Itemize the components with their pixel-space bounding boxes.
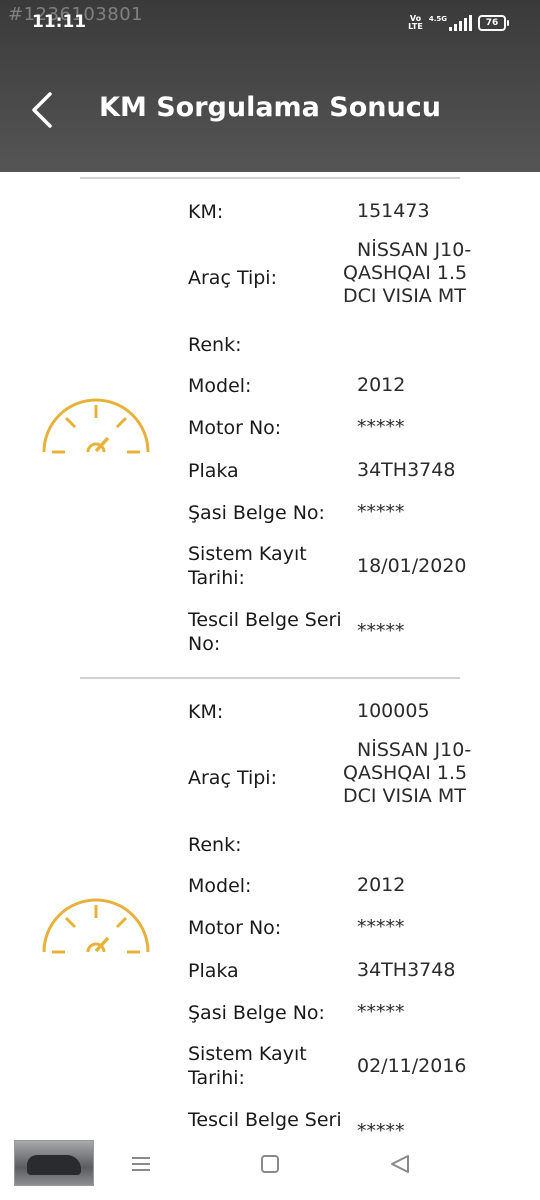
engine-value: ***** <box>357 916 405 938</box>
model-label: Model: <box>188 375 252 397</box>
vehicle-type-value: NİSSAN J10- QASHQAI 1.5 DCI VISIA MT <box>343 239 472 307</box>
km-record: KM: 151473 Araç Tipi: NİSSAN J10- QASHQA… <box>0 172 540 672</box>
reg-date-value: 18/01/2020 <box>357 555 467 577</box>
network-type: 4.5G <box>428 15 447 23</box>
square-icon[interactable] <box>258 1152 282 1176</box>
color-label: Renk: <box>188 334 242 356</box>
model-value: 2012 <box>357 374 406 396</box>
km-value: 100005 <box>357 700 430 722</box>
plate-value: 34TH3748 <box>357 459 456 481</box>
divider <box>80 677 460 679</box>
plate-label: Plaka <box>188 460 239 482</box>
battery-icon: 76 <box>478 15 509 31</box>
engine-label: Motor No: <box>188 917 282 939</box>
car-thumbnail[interactable] <box>14 1140 94 1186</box>
plate-label: Plaka <box>188 960 239 982</box>
km-label: KM: <box>188 201 224 223</box>
reg-date-value: 02/11/2016 <box>357 1055 467 1077</box>
system-nav-bar <box>0 1134 540 1200</box>
signal-icon <box>449 15 472 31</box>
km-label: KM: <box>188 701 224 723</box>
engine-label: Motor No: <box>188 417 282 439</box>
status-time: 11:11 <box>32 12 87 32</box>
plate-value: 34TH3748 <box>357 959 456 981</box>
chassis-value: ***** <box>357 1001 405 1023</box>
app-header: #1236103801 11:11 Vo LTE 4.5G 76 KM Sorgu… <box>0 0 540 172</box>
serial-label: Tescil Belge Seri <box>188 1109 342 1131</box>
vehicle-type-value: NİSSAN J10- QASHQAI 1.5 DCI VISIA MT <box>343 739 472 807</box>
chassis-label: Şasi Belge No: <box>188 1002 325 1024</box>
km-record: KM: 100005 Araç Tipi: NİSSAN J10- QASHQA… <box>0 672 540 1172</box>
engine-value: ***** <box>357 416 405 438</box>
chassis-value: ***** <box>357 501 405 523</box>
reg-date-label: Sistem Kayıt Tarihi: <box>188 1043 307 1089</box>
serial-value: ***** <box>357 620 405 642</box>
vehicle-type-label: Araç Tipi: <box>188 767 277 789</box>
model-label: Model: <box>188 875 252 897</box>
divider <box>80 177 460 179</box>
model-value: 2012 <box>357 874 406 896</box>
volte-icon: Vo LTE <box>408 14 423 31</box>
reg-date-label: Sistem Kayıt Tarihi: <box>188 543 307 589</box>
chassis-label: Şasi Belge No: <box>188 502 325 524</box>
vehicle-type-label: Araç Tipi: <box>188 267 277 289</box>
menu-icon[interactable] <box>129 1152 153 1176</box>
serial-label: Tescil Belge Seri No: <box>188 609 342 655</box>
status-icons: Vo LTE 4.5G 76 <box>408 13 509 33</box>
color-label: Renk: <box>188 834 242 856</box>
page-title: KM Sorgulama Sonucu <box>99 92 441 123</box>
triangle-back-icon[interactable] <box>388 1152 412 1176</box>
km-value: 151473 <box>357 200 430 222</box>
speedometer-icon <box>42 898 150 954</box>
speedometer-icon <box>42 398 150 454</box>
